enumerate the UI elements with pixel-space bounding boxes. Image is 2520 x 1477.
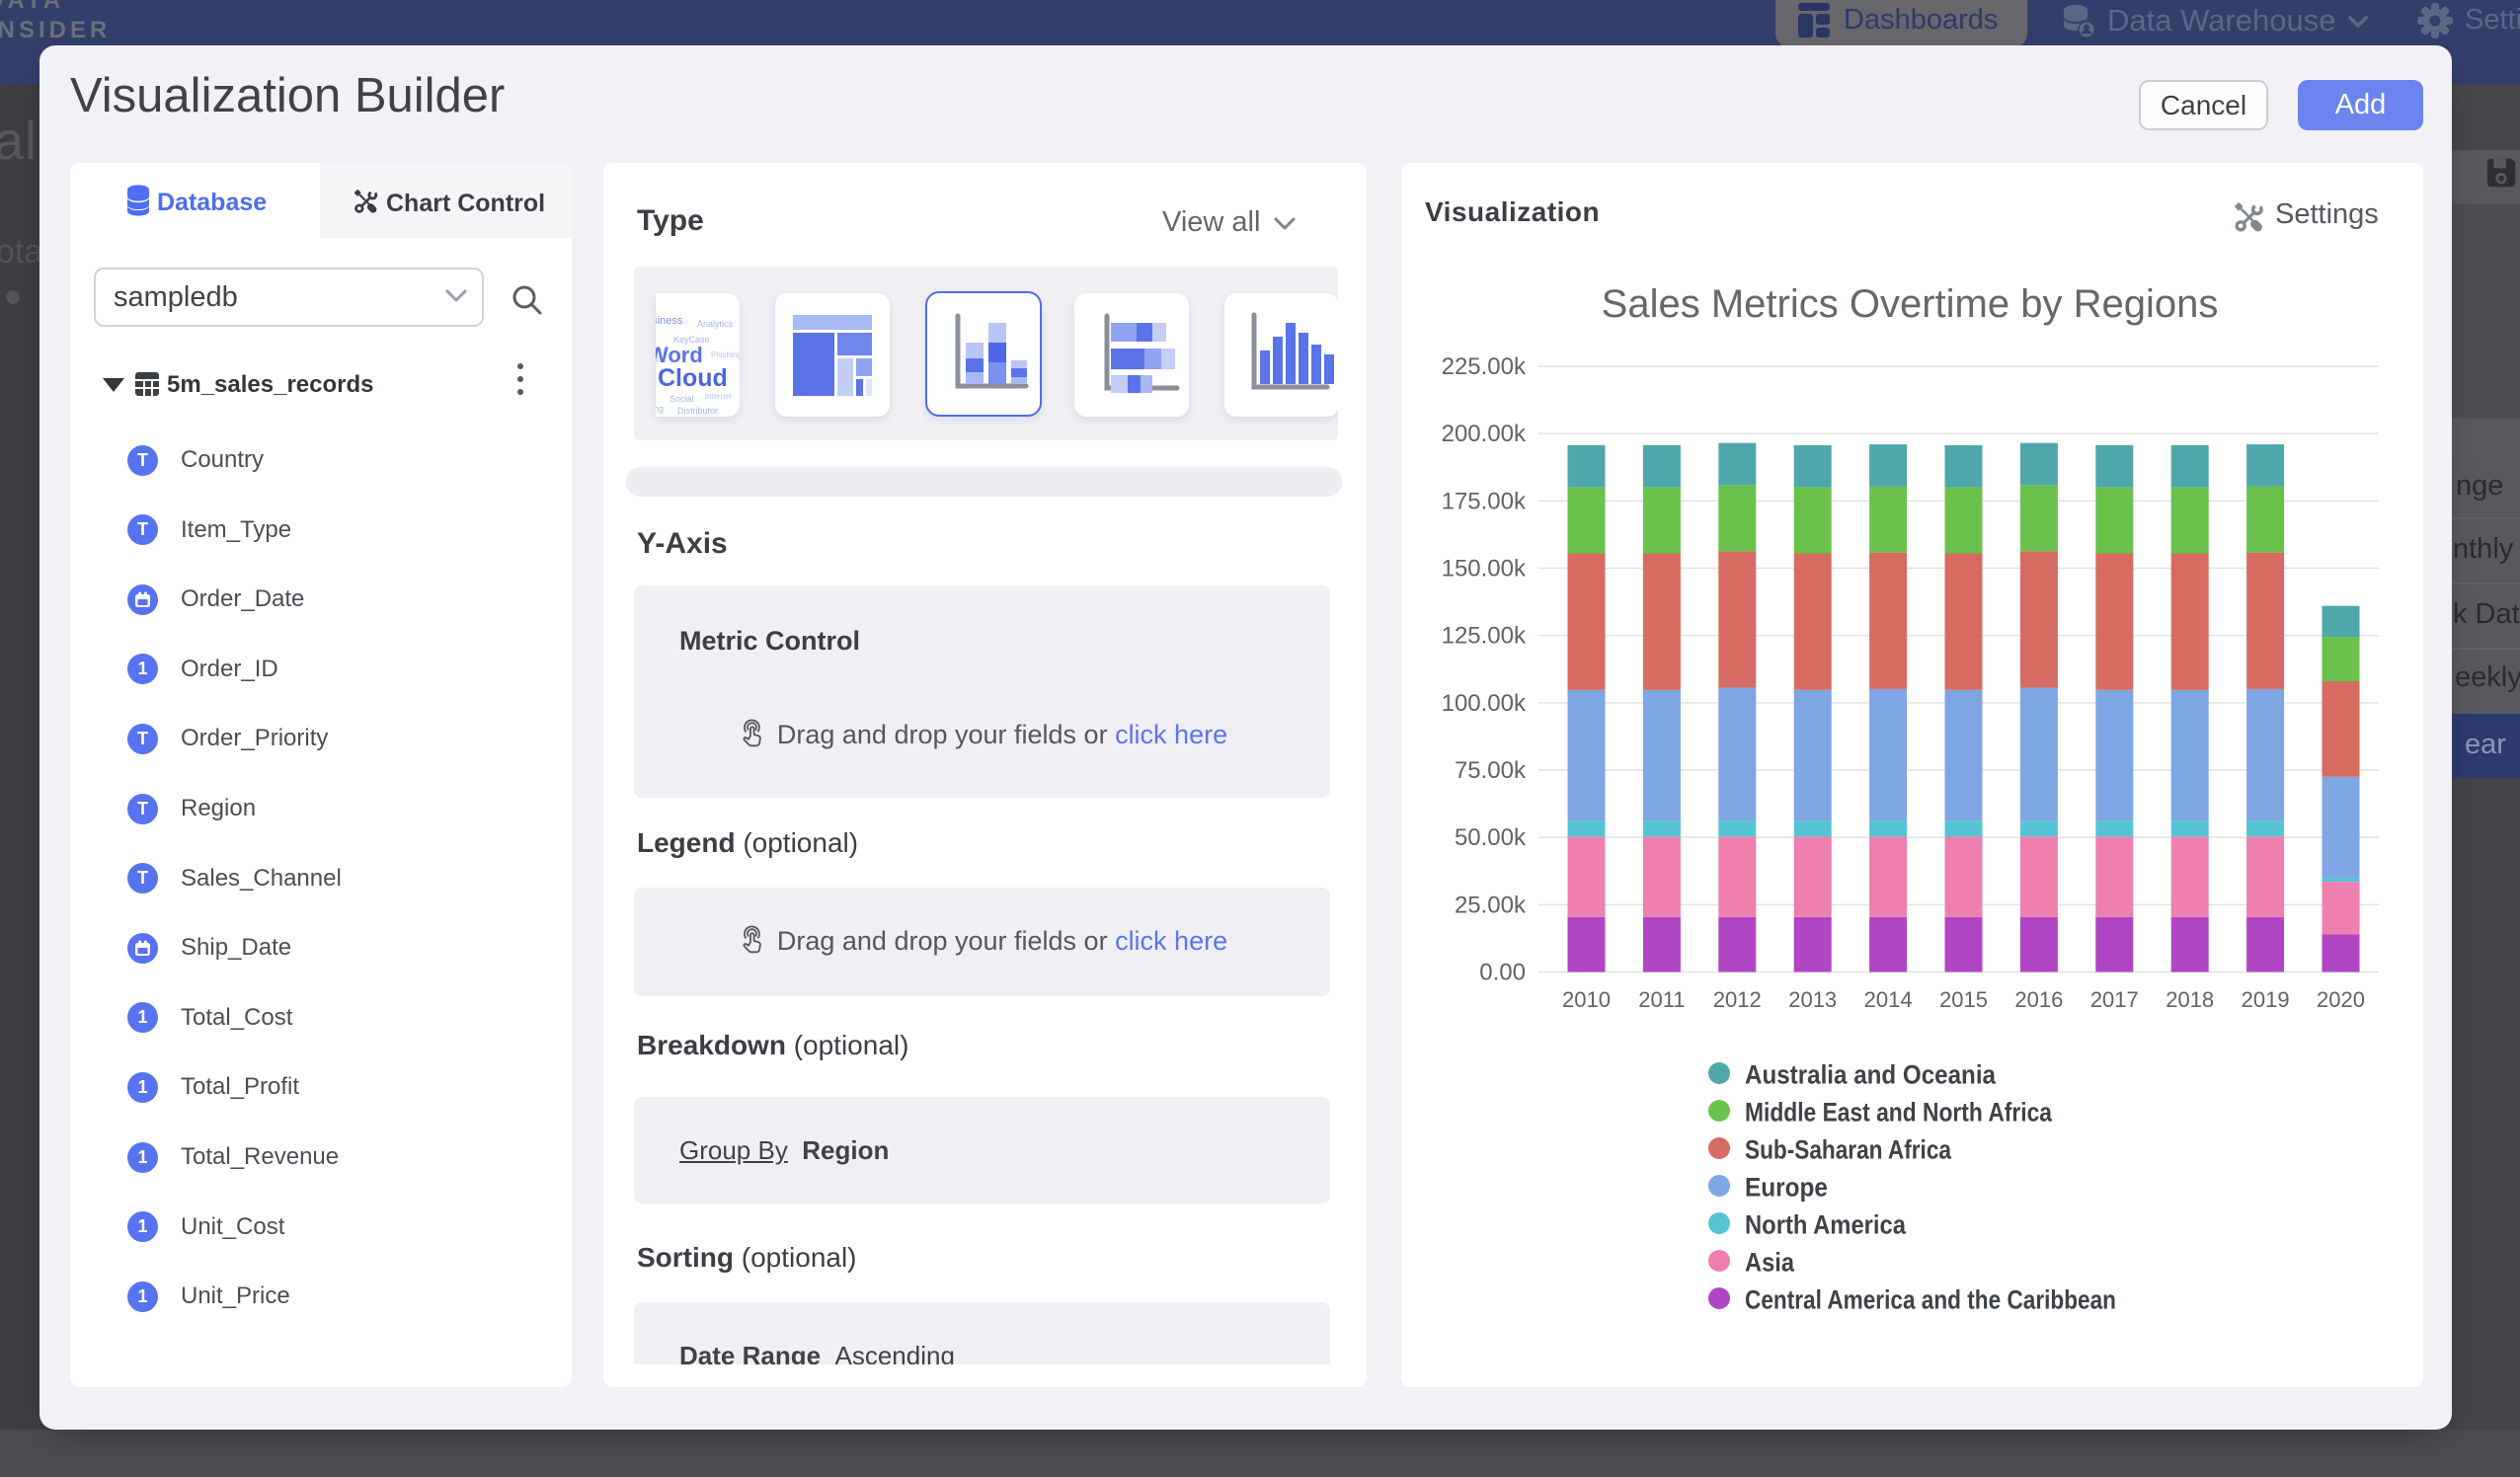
svg-text:2014: 2014 bbox=[1864, 987, 1913, 1012]
svg-text:2012: 2012 bbox=[1713, 987, 1762, 1012]
svg-text:2019: 2019 bbox=[2242, 987, 2290, 1012]
svg-text:50.00k: 50.00k bbox=[1455, 824, 1527, 851]
svg-text:175.00k: 175.00k bbox=[1442, 488, 1527, 514]
svg-text:225.00k: 225.00k bbox=[1442, 353, 1527, 380]
svg-text:2018: 2018 bbox=[2166, 987, 2214, 1012]
svg-text:North America: North America bbox=[1745, 1210, 1907, 1240]
svg-text:2010: 2010 bbox=[1562, 987, 1611, 1012]
svg-text:2020: 2020 bbox=[2317, 987, 2365, 1012]
svg-text:100.00k: 100.00k bbox=[1442, 690, 1527, 717]
svg-text:Europe: Europe bbox=[1745, 1173, 1828, 1203]
svg-text:0.00: 0.00 bbox=[1479, 960, 1526, 986]
svg-text:Sub-Saharan Africa: Sub-Saharan Africa bbox=[1745, 1135, 1952, 1165]
svg-text:150.00k: 150.00k bbox=[1442, 555, 1527, 582]
svg-text:25.00k: 25.00k bbox=[1455, 892, 1527, 918]
svg-text:2016: 2016 bbox=[2014, 987, 2063, 1012]
svg-text:Middle East and North Africa: Middle East and North Africa bbox=[1745, 1098, 2053, 1127]
svg-text:2011: 2011 bbox=[1638, 987, 1685, 1012]
svg-text:2015: 2015 bbox=[1939, 987, 1988, 1012]
svg-text:Australia and Oceania: Australia and Oceania bbox=[1745, 1060, 1997, 1090]
svg-text:2017: 2017 bbox=[2090, 987, 2139, 1012]
svg-text:Sales Metrics Overtime by Regi: Sales Metrics Overtime by Regions bbox=[1602, 282, 2219, 326]
svg-text:200.00k: 200.00k bbox=[1442, 421, 1527, 447]
svg-text:Central America and the Caribb: Central America and the Caribbean bbox=[1745, 1285, 2116, 1315]
svg-text:75.00k: 75.00k bbox=[1455, 757, 1527, 784]
svg-text:Asia: Asia bbox=[1745, 1248, 1795, 1278]
svg-text:125.00k: 125.00k bbox=[1442, 623, 1527, 650]
svg-text:2013: 2013 bbox=[1788, 987, 1837, 1012]
